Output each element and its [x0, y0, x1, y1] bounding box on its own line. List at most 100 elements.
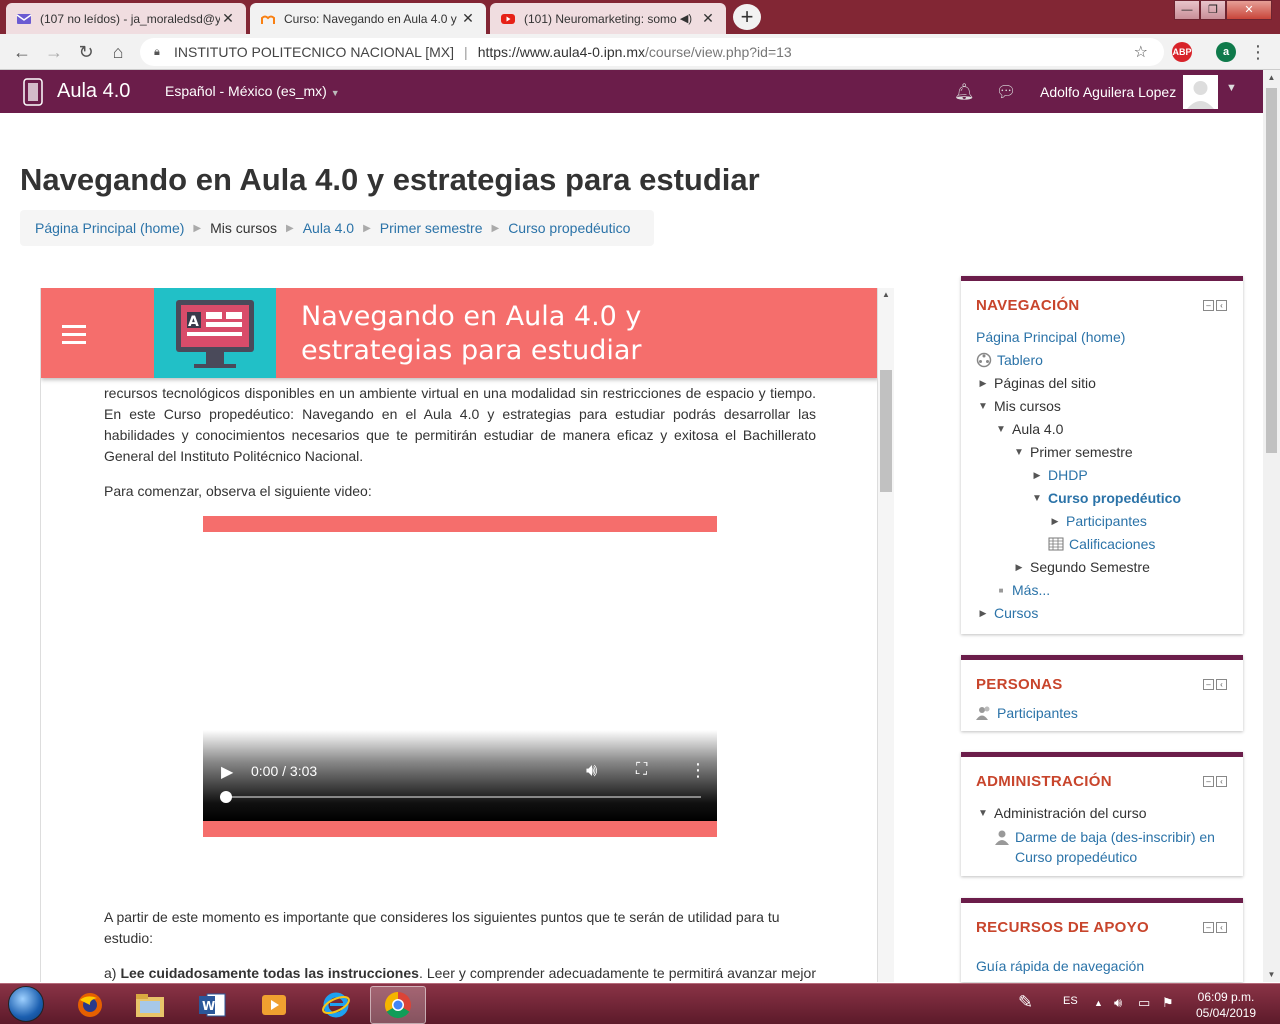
taskbar-media[interactable]	[246, 986, 302, 1024]
browser-tab-bar: (107 no leídos) - ja_moraledsd@ya ✕ Curs…	[0, 0, 1280, 34]
tab-title: (107 no leídos) - ja_moraledsd@ya	[40, 11, 220, 26]
close-icon[interactable]: ✕	[700, 10, 716, 27]
nav-item-primer-semestre[interactable]: ▼ Primer semestre	[1012, 444, 1133, 460]
collapse-icon[interactable]: –	[1203, 300, 1214, 311]
address-bar[interactable]: 🔒︎ INSTITUTO POLITECNICO NACIONAL [MX] |…	[140, 38, 1164, 66]
nav-item-calificaciones[interactable]: Calificaciones	[1048, 536, 1155, 552]
tray-clock[interactable]: 06:09 p.m. 05/04/2019	[1188, 989, 1264, 1021]
hamburger-menu-icon[interactable]	[62, 325, 86, 349]
tray-language[interactable]: ES	[1063, 995, 1078, 1007]
chat-icon[interactable]: 💬︎	[996, 82, 1016, 102]
taskbar-word[interactable]: W	[184, 986, 240, 1024]
scroll-up-icon[interactable]: ▲	[1263, 73, 1280, 82]
dock-icon[interactable]: ‹	[1216, 776, 1227, 787]
nav-item-home[interactable]: Página Principal (home)	[976, 329, 1125, 345]
taskbar-explorer[interactable]	[122, 986, 178, 1024]
video-progress-knob[interactable]	[220, 791, 232, 803]
page-scrollbar[interactable]: ▲ ▼	[1263, 70, 1280, 982]
language-menu[interactable]: Español - México (es_mx) ▼	[165, 83, 340, 99]
nav-item-curso-propedeutico[interactable]: ▼ Curso propedéutico	[1030, 490, 1181, 506]
recursos-guia[interactable]: Guía rápida de navegación	[976, 958, 1144, 974]
collapse-icon[interactable]: –	[1203, 679, 1214, 690]
nav-item-dhdp[interactable]: ▶ DHDP	[1030, 467, 1088, 483]
start-button[interactable]	[8, 986, 44, 1022]
tab-youtube[interactable]: (101) Neuromarketing: somo ◀) ✕	[490, 3, 726, 34]
admin-curso[interactable]: ▼ Administración del curso	[976, 805, 1146, 821]
close-icon[interactable]: ✕	[460, 10, 476, 27]
breadcrumb-primer-semestre[interactable]: Primer semestre	[380, 220, 483, 236]
tray-expand-icon[interactable]: ▲	[1094, 998, 1103, 1008]
minimize-button[interactable]: —	[1174, 0, 1200, 20]
personas-participantes[interactable]: Participantes	[976, 705, 1078, 721]
nav-item-cursos[interactable]: ▶ Cursos	[976, 605, 1039, 621]
back-icon[interactable]: ←	[10, 40, 34, 64]
action-center-icon[interactable]: ✎	[1018, 992, 1033, 1013]
internet-explorer-icon	[322, 992, 350, 1018]
admin-darme-de-baja[interactable]: Darme de baja (des-inscribir) en Curso p…	[994, 827, 1215, 867]
user-name[interactable]: Adolfo Aguilera Lopez	[1040, 84, 1176, 100]
nav-item-mas[interactable]: ■ Más...	[994, 582, 1051, 598]
star-icon[interactable]: ☆	[1134, 42, 1148, 62]
scroll-up-icon[interactable]: ▲	[878, 290, 894, 299]
nav-item-tablero[interactable]: Tablero	[976, 352, 1043, 368]
admin-baja-line2: Curso propedéutico	[1015, 849, 1138, 865]
intro-paragraph: recursos tecnológicos disponibles en un …	[104, 385, 816, 464]
forward-icon[interactable]: →	[42, 40, 66, 64]
profile-icon[interactable]: a	[1216, 42, 1236, 62]
fullscreen-icon[interactable]: ⛶	[636, 761, 647, 779]
tray-volume-icon[interactable]: 🔊︎	[1114, 995, 1122, 1011]
close-icon[interactable]: ✕	[220, 10, 236, 27]
scrollbar-thumb[interactable]	[880, 370, 892, 492]
avatar[interactable]	[1183, 75, 1218, 109]
site-brand[interactable]: Aula 4.0	[57, 80, 130, 103]
taskbar-ie[interactable]	[308, 986, 364, 1024]
home-icon[interactable]: ⌂	[106, 40, 130, 64]
speaker-icon[interactable]: ◀)	[680, 12, 692, 25]
dock-icon[interactable]: ‹	[1216, 679, 1227, 690]
tray-network-icon[interactable]: ▭	[1138, 995, 1150, 1011]
volume-icon[interactable]: 🔊︎	[586, 760, 597, 781]
play-icon[interactable]: ▶	[221, 762, 233, 782]
block-controls: – ‹	[1201, 776, 1227, 788]
navigation-block: NAVEGACIÓN – ‹ Página Principal (home) Ta…	[961, 276, 1243, 634]
collapse-icon[interactable]: –	[1203, 922, 1214, 933]
bell-icon[interactable]: 🔔︎	[954, 82, 974, 102]
nav-item-participantes[interactable]: ▶ Participantes	[1048, 513, 1147, 529]
nav-item-label: Mis cursos	[994, 398, 1061, 414]
nav-item-label: Curso propedéutico	[1048, 490, 1182, 506]
more-options-icon[interactable]: ⋮	[689, 760, 707, 781]
menu-kebab-icon[interactable]: ⋮	[1246, 40, 1270, 64]
breadcrumb-arrow-icon: ▶	[491, 222, 500, 234]
scrollbar-thumb[interactable]	[1266, 88, 1277, 453]
content-scrollbar[interactable]: ▲	[878, 288, 894, 982]
dock-icon[interactable]: ‹	[1216, 300, 1227, 311]
nav-item-segundo-semestre[interactable]: ▶ Segundo Semestre	[1012, 559, 1150, 575]
tab-mail[interactable]: (107 no leídos) - ja_moraledsd@ya ✕	[6, 3, 246, 34]
breadcrumb-home[interactable]: Página Principal (home)	[35, 220, 184, 236]
expand-arrow-icon: ▶	[1033, 469, 1041, 480]
breadcrumb-curso[interactable]: Curso propedéutico	[508, 220, 630, 236]
maximize-button[interactable]: ❐	[1200, 0, 1226, 20]
scroll-down-icon[interactable]: ▼	[1263, 970, 1280, 979]
collapse-icon[interactable]: –	[1203, 776, 1214, 787]
video-progress-track[interactable]	[225, 796, 701, 798]
tray-flag-icon[interactable]: ⚑	[1162, 995, 1174, 1011]
nav-item-paginas[interactable]: ▶ Páginas del sitio	[976, 375, 1096, 391]
breadcrumb-aula[interactable]: Aula 4.0	[303, 220, 354, 236]
taskbar-chrome[interactable]	[370, 986, 426, 1024]
item-a-bold: Lee cuidadosamente todas las instruccion…	[120, 965, 419, 981]
close-window-button[interactable]: ✕	[1226, 0, 1272, 20]
collapse-arrow-icon: ▼	[1014, 446, 1024, 458]
nav-item-mis-cursos[interactable]: ▼ Mis cursos	[976, 398, 1061, 414]
taskbar-firefox[interactable]	[62, 986, 118, 1024]
reload-icon[interactable]: ↻	[74, 40, 98, 64]
new-tab-button[interactable]: +	[733, 4, 761, 30]
clock-date: 05/04/2019	[1195, 1006, 1257, 1020]
video-player[interactable]: ▶ 0:00 / 3:03 🔊︎ ⛶ ⋮	[203, 516, 717, 837]
tab-course[interactable]: Curso: Navegando en Aula 4.0 y e ✕	[250, 3, 486, 34]
dock-icon[interactable]: ‹	[1216, 922, 1227, 933]
block-title: RECURSOS DE APOYO	[976, 919, 1149, 936]
nav-item-aula[interactable]: ▼ Aula 4.0	[994, 421, 1063, 437]
adblock-icon[interactable]: ABP	[1172, 42, 1192, 62]
user-menu-caret-icon[interactable]: ▼	[1226, 82, 1237, 94]
